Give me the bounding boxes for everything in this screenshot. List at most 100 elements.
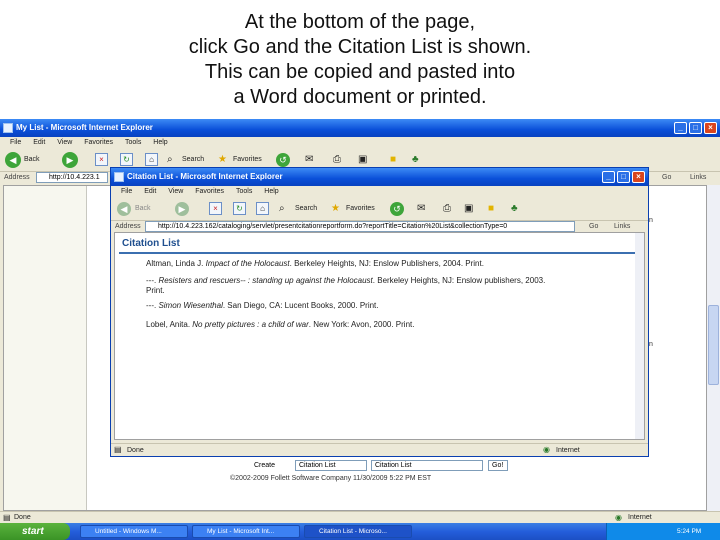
task-windows-movie-maker[interactable]: Untitled - Windows M... — [80, 525, 188, 538]
popup-messenger-icon[interactable]: ♣ — [511, 203, 518, 215]
popup-search-label[interactable]: Search — [295, 204, 317, 214]
outer-scroll-thumb[interactable] — [708, 305, 719, 385]
citation-list-window: Citation List - Microsoft Internet Explo… — [110, 167, 649, 457]
favorites-label[interactable]: Favorites — [233, 155, 262, 165]
outer-window-title: My List - Microsoft Internet Explorer — [16, 123, 153, 132]
go-label[interactable]: Go — [662, 171, 671, 185]
create-select[interactable]: Citation List — [295, 460, 367, 471]
popup-status-bar: ▤ Done ◉ Internet — [111, 443, 648, 457]
caption-line-2: click Go and the Citation List is shown. — [188, 36, 532, 58]
maximize-button[interactable]: □ — [689, 122, 702, 134]
popup-print-icon[interactable]: ⎙ — [443, 203, 451, 215]
folder-icon[interactable]: ■ — [390, 154, 396, 166]
citation-entry-4: Lobel, Anita. No pretty pictures : a chi… — [146, 320, 415, 329]
caption-line-3: This can be copied and pasted into — [204, 61, 516, 83]
edit-icon[interactable]: ▣ — [358, 154, 367, 166]
create-label: Create — [254, 462, 276, 469]
popup-globe-icon: ◉ — [543, 445, 550, 454]
task-my-list[interactable]: My List - Microsoft Int... — [192, 525, 300, 538]
popup-menu-view[interactable]: View — [168, 188, 183, 195]
close-button[interactable]: × — [704, 122, 717, 134]
popup-search-icon[interactable]: ⌕ — [279, 203, 285, 215]
links-label[interactable]: Links — [690, 171, 706, 185]
popup-menu-help[interactable]: Help — [264, 188, 278, 195]
messenger-icon[interactable]: ♣ — [412, 154, 419, 166]
popup-menu-bar: File Edit View Favorites Tools Help — [111, 186, 648, 198]
address-label: Address — [4, 174, 30, 181]
minimize-button[interactable]: _ — [674, 122, 687, 134]
popup-favorites-star-icon[interactable]: ★ — [331, 203, 340, 215]
popup-history-icon[interactable]: ↺ — [390, 202, 404, 216]
popup-favorites-label[interactable]: Favorites — [346, 204, 375, 214]
menu-view[interactable]: View — [57, 139, 72, 146]
citation-entry-3: ---. Simon Wiesenthal. San Diego, CA: Lu… — [146, 301, 379, 310]
citation-entry-2: ---. Resisters and rescuers-- : standing… — [146, 276, 546, 295]
popup-edit-icon[interactable]: ▣ — [464, 203, 473, 215]
popup-window-title: Citation List - Microsoft Internet Explo… — [127, 172, 283, 181]
popup-menu-favorites[interactable]: Favorites — [195, 188, 224, 195]
popup-title-bar: Citation List - Microsoft Internet Explo… — [111, 168, 648, 186]
back-arrow-icon[interactable]: ◀ — [5, 152, 21, 168]
popup-page-icon: ▤ — [114, 445, 122, 454]
menu-help[interactable]: Help — [153, 139, 167, 146]
popup-back-arrow-icon[interactable]: ◀ — [117, 202, 131, 216]
search-label[interactable]: Search — [182, 155, 204, 165]
menu-tools[interactable]: Tools — [125, 139, 141, 146]
refresh-icon[interactable]: ↻ — [120, 153, 133, 166]
popup-minimize-button[interactable]: _ — [602, 171, 615, 183]
mail-icon[interactable]: ✉ — [305, 154, 313, 166]
popup-scrollbar[interactable] — [635, 233, 644, 439]
page-footer: ©2002-2009 Follett Software Company 11/3… — [230, 475, 432, 482]
format-select[interactable]: Citation List — [371, 460, 483, 471]
popup-address-input[interactable]: http://10.4.223.162/cataloging/servlet/p… — [145, 221, 575, 232]
ie-icon — [3, 123, 13, 133]
popup-refresh-icon[interactable]: ↻ — [233, 202, 246, 215]
back-label[interactable]: Back — [24, 155, 40, 165]
history-icon[interactable]: ↺ — [276, 153, 290, 167]
caption-line-4: a Word document or printed. — [233, 86, 487, 108]
menu-edit[interactable]: Edit — [33, 139, 45, 146]
system-tray: 5:24 PM — [606, 523, 720, 540]
popup-forward-arrow-icon[interactable]: ▶ — [175, 202, 189, 216]
forward-arrow-icon[interactable]: ▶ — [62, 152, 78, 168]
print-icon[interactable]: ⎙ — [333, 154, 341, 166]
address-input[interactable]: http://10.4.223.1 — [36, 172, 108, 183]
caption-line-1: At the bottom of the page, — [244, 11, 476, 33]
task-citation-list[interactable]: Citation List - Microso... — [304, 525, 412, 538]
popup-folder-icon[interactable]: ■ — [488, 203, 494, 215]
popup-close-button[interactable]: × — [632, 171, 645, 183]
outer-menu-bar: File Edit View Favorites Tools Help — [0, 137, 720, 149]
start-button[interactable]: start — [0, 523, 70, 540]
popup-home-icon[interactable]: ⌂ — [256, 202, 269, 215]
search-icon[interactable]: ⌕ — [167, 154, 173, 166]
citation-page-content: Citation List Altman, Linda J. Impact of… — [114, 232, 645, 440]
slide-caption: At the bottom of the page, click Go and … — [0, 10, 720, 110]
popup-back-label[interactable]: Back — [135, 204, 151, 214]
outer-title-bar: My List - Microsoft Internet Explorer _ … — [0, 119, 720, 137]
popup-maximize-button[interactable]: □ — [617, 171, 630, 183]
popup-mail-icon[interactable]: ✉ — [417, 203, 425, 215]
popup-zone-text: Internet — [556, 447, 580, 454]
clock: 5:24 PM — [677, 528, 702, 535]
popup-stop-icon[interactable]: × — [209, 202, 222, 215]
home-icon[interactable]: ⌂ — [145, 153, 158, 166]
background-text-2: n — [649, 341, 653, 348]
stop-icon[interactable]: × — [95, 153, 108, 166]
heading-divider — [119, 252, 639, 254]
popup-menu-tools[interactable]: Tools — [236, 188, 252, 195]
menu-favorites[interactable]: Favorites — [84, 139, 113, 146]
favorites-star-icon[interactable]: ★ — [218, 154, 227, 166]
popup-toolbar: ◀ Back ▶ × ↻ ⌂ ⌕ Search ★ Favorites ↺ ✉ … — [111, 198, 648, 221]
left-panel — [4, 186, 87, 510]
popup-status-text: Done — [127, 447, 144, 454]
popup-menu-file[interactable]: File — [121, 188, 132, 195]
popup-menu-edit[interactable]: Edit — [144, 188, 156, 195]
outer-scrollbar[interactable] — [707, 185, 720, 511]
taskbar: start Untitled - Windows M... My List - … — [0, 523, 720, 540]
background-text-1: n — [649, 217, 653, 224]
popup-ie-icon — [114, 172, 124, 182]
citation-list-heading: Citation List — [122, 238, 180, 249]
menu-file[interactable]: File — [10, 139, 21, 146]
go-button[interactable]: Go! — [488, 460, 508, 471]
citation-entry-1: Altman, Linda J. Impact of the Holocaust… — [146, 259, 484, 268]
